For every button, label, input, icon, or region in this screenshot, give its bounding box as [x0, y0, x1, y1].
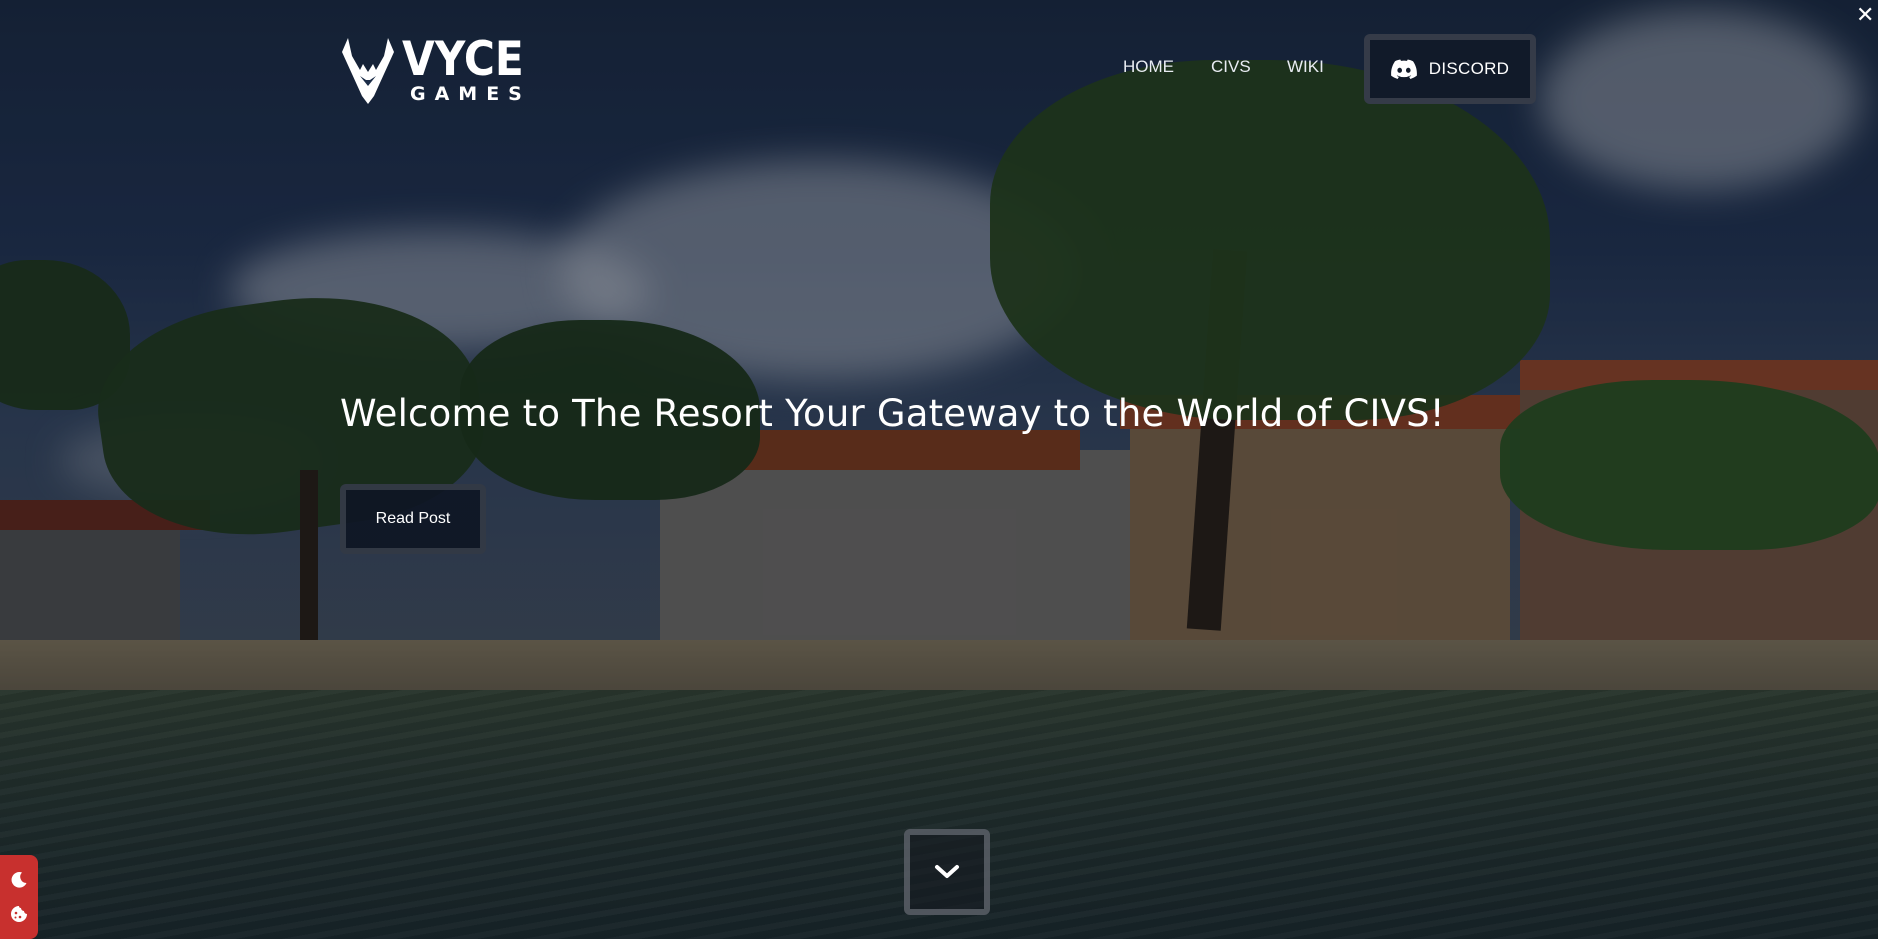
logo-title: VYCE: [402, 32, 524, 87]
site-logo[interactable]: VYCE GAMES: [340, 34, 537, 106]
hero-background-image: [0, 0, 1878, 939]
discord-button[interactable]: DISCORD: [1364, 34, 1536, 104]
discord-icon: [1390, 59, 1417, 79]
nav-civs-link[interactable]: CIVS: [1211, 57, 1251, 77]
logo-subtitle: GAMES: [410, 83, 531, 105]
nav-home-link[interactable]: HOME: [1123, 57, 1174, 77]
read-post-button[interactable]: Read Post: [340, 484, 486, 554]
moon-icon[interactable]: [9, 870, 29, 890]
read-post-button-label: Read Post: [375, 510, 451, 527]
nav-wiki-link[interactable]: WIKI: [1287, 57, 1324, 77]
chevron-down-icon: [935, 865, 959, 878]
side-widget: [0, 855, 38, 939]
scroll-down-button[interactable]: [904, 829, 990, 915]
hero-title: Welcome to The Resort Your Gateway to th…: [340, 392, 1445, 435]
vyce-logo-icon: [342, 38, 394, 104]
discord-button-label: DISCORD: [1428, 59, 1510, 78]
cookie-icon[interactable]: [9, 904, 29, 924]
close-icon[interactable]: ✕: [1856, 4, 1874, 26]
